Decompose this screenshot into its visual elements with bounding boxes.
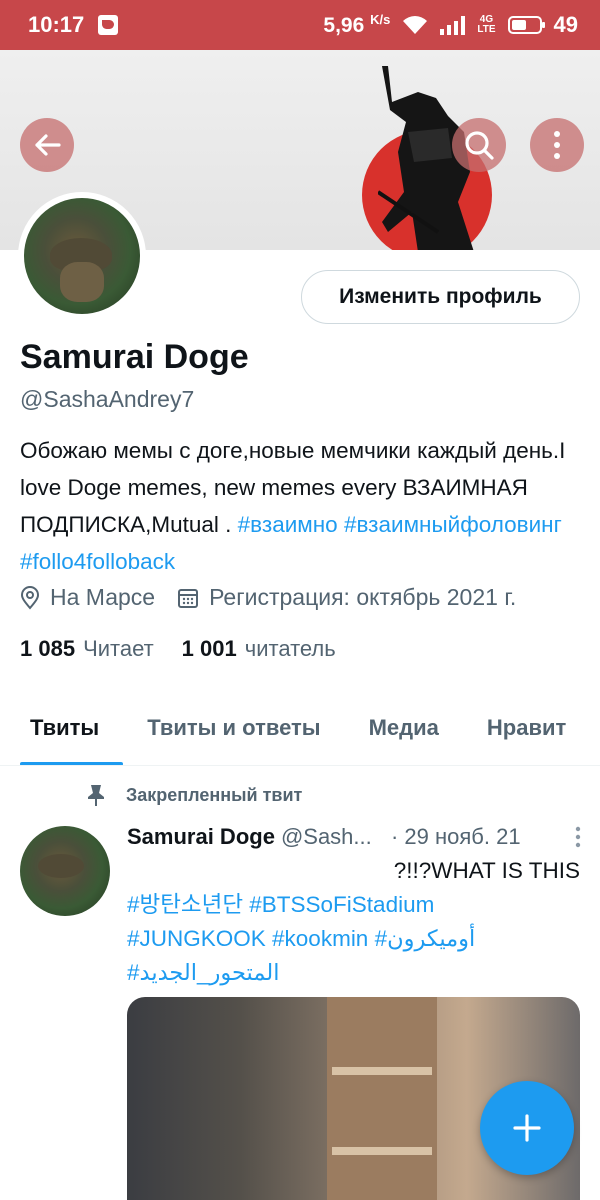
follow-stats: 1 085 Читает 1 001 читатель	[20, 636, 364, 662]
arrow-left-icon	[35, 134, 61, 156]
tweet-author-avatar[interactable]	[20, 826, 110, 916]
following-label: Читает	[83, 636, 154, 661]
followers-link[interactable]: 1 001 читатель	[182, 636, 336, 662]
status-time: 10:17	[28, 12, 85, 37]
tweet-author-name[interactable]: Samurai Doge	[127, 824, 275, 850]
profile-name: Samurai Doge	[20, 338, 249, 376]
more-options-button[interactable]	[530, 118, 584, 172]
tweet-more-icon[interactable]	[574, 825, 582, 849]
tab-tweets-and-replies[interactable]: Твиты и ответы	[123, 690, 344, 765]
tweet-hashtags[interactable]: #방탄소년단 #BTSSoFiStadium	[127, 888, 580, 922]
compose-tweet-button[interactable]	[480, 1081, 574, 1175]
pinned-indicator: Закрепленный твит	[86, 783, 302, 807]
tab-likes[interactable]: Нравит	[463, 690, 590, 765]
tweet-text-line: ?!!?WHAT IS THIS	[393, 858, 580, 883]
battery-icon	[507, 16, 545, 34]
profile-bio: Обожаю мемы с доге,новые мемчики каждый …	[20, 432, 585, 580]
tweet-header: Samurai Doge @Sash... · 29 нояб. 21	[127, 824, 582, 850]
calendar-icon	[178, 588, 199, 608]
bio-hashtag[interactable]: #взаимно	[238, 512, 338, 537]
profile-joined-date: Регистрация: октябрь 2021 г.	[209, 584, 517, 610]
profile-meta: На Марсе Регистрация: октябрь 2021 г.	[20, 584, 538, 611]
profile-handle: @SashaAndrey7	[20, 386, 195, 412]
profile-tabs: Твиты Твиты и ответы Медиа Нравит	[0, 690, 600, 766]
profile-location: На Марсе	[50, 584, 156, 610]
bio-hashtag[interactable]: #взаимныйфоловинг	[344, 512, 562, 537]
bio-hashtag[interactable]: #follo4folloback	[20, 549, 175, 574]
plus-icon	[513, 1114, 541, 1142]
followers-label: читатель	[244, 636, 336, 661]
status-bar: 10:17 5,96 K/s 4G LTE 49	[0, 0, 600, 50]
more-vertical-icon	[554, 131, 560, 159]
back-button[interactable]	[20, 118, 74, 172]
tweet-text: ?!!?WHAT IS THIS #방탄소년단 #BTSSoFiStadium …	[127, 854, 580, 990]
tweet-hashtags[interactable]: #JUNGKOOK #kookmin	[127, 926, 375, 951]
battery-level: 49	[553, 12, 578, 37]
tweet-author-handle: @Sash...	[280, 824, 372, 849]
network-speed: 5,96 K/s	[323, 12, 391, 37]
tweet-hashtag-arabic[interactable]: #المتحور_الجديد	[127, 956, 580, 990]
twitter-notification-icon	[98, 15, 119, 35]
edit-profile-button[interactable]: Изменить профиль	[301, 270, 580, 324]
signal-icon	[440, 15, 466, 35]
network-type: 4G LTE	[477, 14, 496, 35]
tab-media[interactable]: Медиа	[345, 690, 463, 765]
pinned-label: Закрепленный твит	[126, 784, 303, 805]
followers-count: 1 001	[181, 636, 237, 661]
wifi-icon	[403, 16, 428, 34]
search-button[interactable]	[452, 118, 506, 172]
following-count: 1 085	[20, 636, 76, 661]
pin-icon	[88, 785, 104, 806]
search-icon	[465, 131, 494, 160]
tab-tweets[interactable]: Твиты	[0, 690, 124, 765]
tweet-hashtag-arabic[interactable]: #أوميكرون	[375, 926, 476, 951]
profile-avatar[interactable]	[18, 192, 146, 320]
tweet-date: · 29 нояб. 21	[390, 824, 521, 849]
location-pin-icon	[20, 585, 40, 610]
following-link[interactable]: 1 085 Читает	[20, 636, 154, 662]
